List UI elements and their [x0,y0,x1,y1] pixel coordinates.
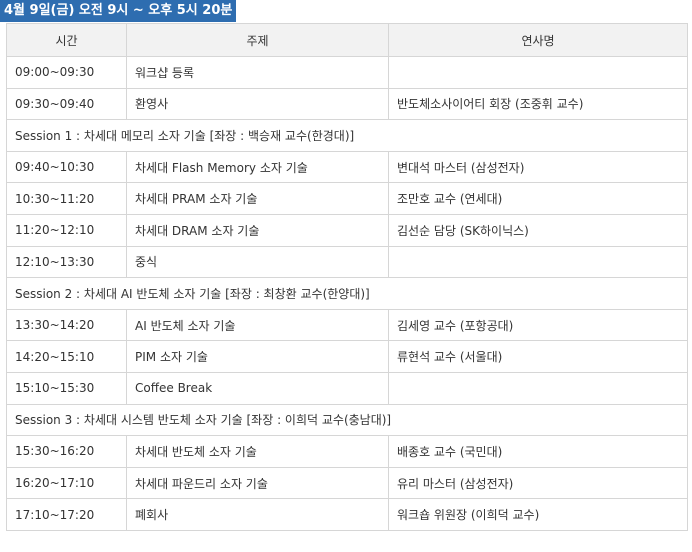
table-row: 15:30~16:20 차세대 반도체 소자 기술 배종호 교수 (국민대) [6,435,688,468]
cell-time: 16:20~17:10 [6,466,127,500]
cell-topic: 차세대 반도체 소자 기술 [126,435,389,468]
table-row: 17:10~17:20 폐회사 워크숍 위원장 (이희덕 교수) [6,498,688,531]
cell-time: 15:10~15:30 [6,371,127,405]
cell-topic: 차세대 Flash Memory 소자 기술 [126,150,389,184]
header-topic: 주제 [126,23,389,57]
table-row: 13:30~14:20 AI 반도체 소자 기술 김세영 교수 (포항공대) [6,308,688,342]
cell-topic: AI 반도체 소자 기술 [126,308,389,342]
session-label: Session 2 : 차세대 AI 반도체 소자 기술 [좌장 : 최창환 교… [6,277,688,310]
schedule-table: 시간 주제 연사명 09:00~09:30 워크샵 등록 09:30~09:40… [6,23,688,531]
cell-speaker: 조만호 교수 (연세대) [388,182,688,215]
cell-time: 09:30~09:40 [6,87,127,121]
cell-time: 09:00~09:30 [6,56,127,89]
cell-time: 09:40~10:30 [6,150,127,184]
cell-topic: 환영사 [126,87,389,121]
cell-time: 15:30~16:20 [6,435,127,468]
cell-speaker: 배종호 교수 (국민대) [388,435,688,468]
session-label: Session 1 : 차세대 메모리 소자 기술 [좌장 : 백승재 교수(한… [6,119,688,152]
cell-topic: PIM 소자 기술 [126,340,389,373]
cell-topic: 중식 [126,245,389,279]
cell-topic: 워크샵 등록 [126,56,389,89]
table-row: 11:20~12:10 차세대 DRAM 소자 기술 김선순 담당 (SK하이닉… [6,213,688,247]
cell-speaker: 워크숍 위원장 (이희덕 교수) [388,498,688,531]
table-row: 09:40~10:30 차세대 Flash Memory 소자 기술 변대석 마… [6,150,688,184]
cell-speaker: 김선순 담당 (SK하이닉스) [388,213,688,247]
table-row: 16:20~17:10 차세대 파운드리 소자 기술 유리 마스터 (삼성전자) [6,466,688,500]
header-time: 시간 [6,23,127,57]
session-row: Session 1 : 차세대 메모리 소자 기술 [좌장 : 백승재 교수(한… [6,119,688,152]
cell-topic: 차세대 DRAM 소자 기술 [126,213,389,247]
table-row: 15:10~15:30 Coffee Break [6,371,688,405]
cell-speaker: 변대석 마스터 (삼성전자) [388,150,688,184]
schedule-date-title: 4월 9일(금) 오전 9시 ~ 오후 5시 20분 [0,0,237,22]
header-speaker: 연사명 [388,23,688,57]
cell-time: 14:20~15:10 [6,340,127,373]
cell-time: 17:10~17:20 [6,498,127,531]
cell-speaker: 반도체소사이어티 회장 (조중휘 교수) [388,87,688,121]
cell-speaker [388,245,688,279]
table-header-row: 시간 주제 연사명 [6,23,688,57]
cell-time: 13:30~14:20 [6,308,127,342]
cell-time: 10:30~11:20 [6,182,127,215]
table-row: 09:00~09:30 워크샵 등록 [6,56,688,89]
table-row: 10:30~11:20 차세대 PRAM 소자 기술 조만호 교수 (연세대) [6,182,688,215]
session-label: Session 3 : 차세대 시스템 반도체 소자 기술 [좌장 : 이희덕 … [6,403,688,437]
cell-speaker [388,371,688,405]
session-row: Session 2 : 차세대 AI 반도체 소자 기술 [좌장 : 최창환 교… [6,277,688,310]
table-row: 14:20~15:10 PIM 소자 기술 류현석 교수 (서울대) [6,340,688,373]
cell-topic: 폐회사 [126,498,389,531]
cell-time: 11:20~12:10 [6,213,127,247]
cell-speaker: 류현석 교수 (서울대) [388,340,688,373]
table-row: 09:30~09:40 환영사 반도체소사이어티 회장 (조중휘 교수) [6,87,688,121]
cell-topic: Coffee Break [126,371,389,405]
cell-time: 12:10~13:30 [6,245,127,279]
cell-topic: 차세대 파운드리 소자 기술 [126,466,389,500]
session-row: Session 3 : 차세대 시스템 반도체 소자 기술 [좌장 : 이희덕 … [6,403,688,437]
cell-speaker: 유리 마스터 (삼성전자) [388,466,688,500]
cell-speaker: 김세영 교수 (포항공대) [388,308,688,342]
cell-topic: 차세대 PRAM 소자 기술 [126,182,389,215]
table-row: 12:10~13:30 중식 [6,245,688,279]
cell-speaker [388,56,688,89]
